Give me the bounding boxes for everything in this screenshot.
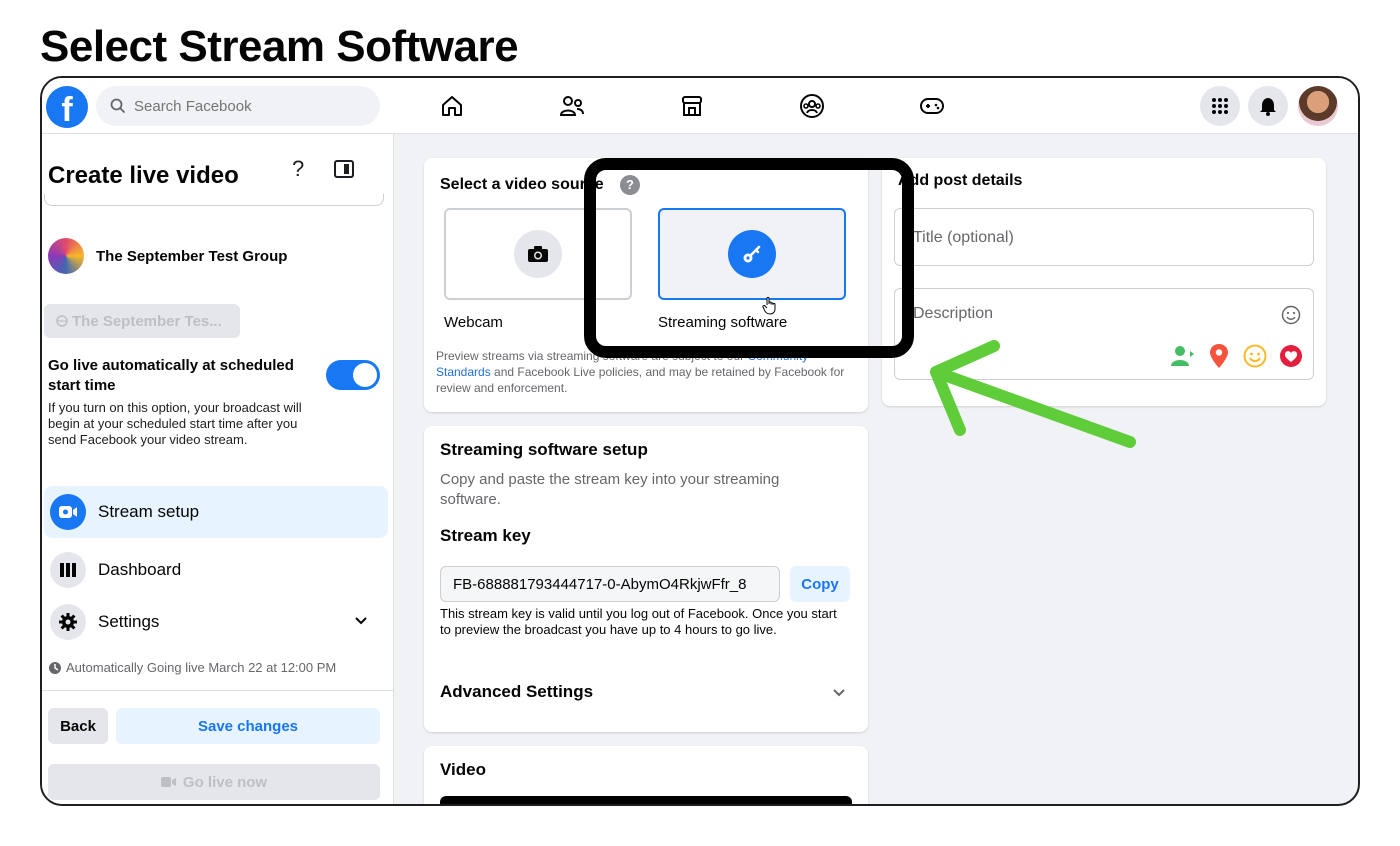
group-pill-button: The September Tes... (44, 304, 240, 338)
tag-people-icon[interactable] (1171, 345, 1195, 367)
gaming-icon[interactable] (916, 90, 948, 122)
go-live-automatically-title: Go live automatically at scheduled start… (48, 357, 294, 394)
go-live-now-button[interactable]: Go live now (48, 764, 380, 800)
video-card-title: Video (440, 760, 486, 779)
camera-icon (514, 230, 562, 278)
stream-key-label: Stream key (440, 526, 531, 545)
save-changes-button[interactable]: Save changes (116, 708, 380, 744)
go-live-automatically-toggle[interactable] (326, 360, 380, 390)
sidebar-item-label: Stream setup (98, 502, 200, 521)
heart-sticker-icon[interactable] (1279, 344, 1303, 368)
webcam-label: Webcam (444, 314, 503, 331)
green-arrow-annotation (930, 340, 1136, 448)
sidebar-item-settings[interactable]: Settings (44, 596, 388, 648)
stream-key-note: This stream key is valid until you log o… (440, 606, 837, 637)
video-preview (440, 796, 852, 804)
go-live-automatically-description: If you turn on this option, your broadca… (48, 400, 302, 447)
page-heading: Select Stream Software (40, 22, 519, 71)
sidebar-title: Create live video (48, 162, 239, 189)
description-placeholder: Description (913, 305, 994, 322)
friends-icon[interactable] (556, 90, 588, 122)
stream-key-field[interactable] (440, 566, 780, 602)
sidebar-item-stream-setup[interactable]: Stream setup (44, 486, 388, 538)
facebook-logo[interactable]: f (46, 86, 88, 128)
menu-grid-icon[interactable] (1200, 86, 1240, 126)
go-live-now-label: Go live now (182, 773, 268, 791)
location-pin-icon[interactable] (1209, 343, 1229, 369)
video-camera-icon (50, 494, 86, 530)
top-navbar: f (42, 78, 1358, 134)
video-camera-icon (160, 777, 176, 787)
sidebar-item-label: Dashboard (98, 560, 182, 579)
post-title-field[interactable]: Title (optional) (894, 208, 1314, 266)
feeling-smiley-icon[interactable] (1243, 344, 1267, 368)
chevron-down-icon[interactable] (354, 614, 368, 628)
video-source-title: Select a video source (440, 176, 604, 193)
collapse-sidebar-icon[interactable] (334, 160, 354, 178)
search-icon (110, 98, 126, 114)
groups-icon[interactable] (796, 90, 828, 122)
home-icon[interactable] (436, 90, 468, 122)
back-button[interactable]: Back (48, 708, 108, 744)
streaming-setup-title: Streaming software setup (440, 440, 648, 459)
divider (42, 690, 394, 691)
notifications-bell-icon[interactable] (1248, 86, 1288, 126)
video-card: Video (424, 746, 868, 804)
streaming-software-highlight-box (584, 158, 914, 358)
profile-avatar[interactable] (1298, 86, 1338, 126)
streaming-setup-description: Copy and paste the stream key into your … (440, 471, 780, 508)
post-details-title: Add post details (898, 172, 1023, 189)
search-input[interactable] (134, 97, 354, 115)
preview-text-2: and Facebook Live policies, and may be r… (436, 365, 845, 395)
auto-go-live-note: Automatically Going live March 22 at 12:… (48, 660, 336, 675)
streaming-setup-card: Streaming software setup Copy and paste … (424, 426, 868, 732)
advanced-settings-label[interactable]: Advanced Settings (440, 682, 593, 702)
help-icon[interactable]: ? (292, 156, 304, 182)
sidebar-item-dashboard[interactable]: Dashboard (44, 544, 388, 596)
title-placeholder: Title (optional) (913, 229, 1014, 246)
auto-go-live-text: Automatically Going live March 22 at 12:… (66, 660, 337, 675)
group-row: The September Test Group (48, 238, 287, 274)
gear-icon (50, 604, 86, 640)
globe-icon (56, 315, 68, 327)
create-live-sidebar: Create live video ? The September Test G… (42, 134, 394, 804)
marketplace-icon[interactable] (676, 90, 708, 122)
group-pill-label: The September Tes... (72, 312, 222, 330)
audience-selector-edge (44, 194, 384, 206)
emoji-icon[interactable] (1281, 305, 1301, 325)
clock-icon (49, 661, 61, 674)
dashboard-icon (50, 552, 86, 588)
chevron-down-icon[interactable] (832, 686, 846, 700)
group-avatar (48, 238, 84, 274)
sidebar-item-label: Settings (98, 612, 160, 631)
search-bar[interactable] (96, 86, 380, 126)
group-name: The September Test Group (96, 247, 288, 265)
copy-stream-key-button[interactable]: Copy (790, 566, 850, 602)
